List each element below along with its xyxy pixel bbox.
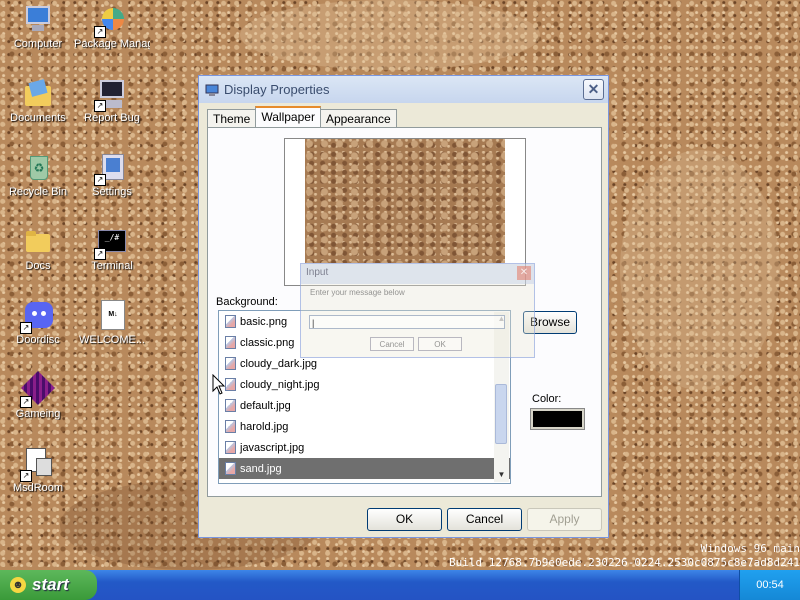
desktop-icon-msdroom[interactable]: ↗ MsdRoom bbox=[0, 448, 76, 494]
image-file-icon bbox=[225, 357, 236, 370]
ok-button[interactable]: OK bbox=[367, 508, 442, 531]
tab-wallpaper[interactable]: Wallpaper bbox=[255, 106, 321, 127]
cancel-button[interactable]: Cancel bbox=[447, 508, 522, 531]
title-bar[interactable]: Display Properties bbox=[199, 76, 608, 103]
image-file-icon bbox=[225, 420, 236, 433]
close-icon: ✕ bbox=[587, 81, 600, 97]
color-picker[interactable] bbox=[530, 408, 585, 430]
doordisc-icon: ↗ bbox=[20, 300, 54, 334]
dialog-cancel-button[interactable]: Cancel bbox=[370, 337, 414, 351]
tab-bar: Theme Wallpaper Appearance bbox=[207, 106, 397, 127]
dialog-message: Enter your message below bbox=[310, 288, 405, 297]
desktop-icon-label: Terminal bbox=[91, 260, 133, 272]
desktop-icon-welcome[interactable]: M↓ WELCOME... bbox=[74, 300, 150, 346]
window-title: Display Properties bbox=[224, 82, 330, 97]
image-file-icon bbox=[225, 462, 236, 475]
desktop-icon-label: Recycle Bin bbox=[8, 186, 68, 198]
gameing-icon: ↗ bbox=[20, 371, 55, 408]
image-file-icon bbox=[225, 378, 236, 391]
list-item[interactable]: default.jpg bbox=[219, 395, 510, 416]
build-line-2: Build 12768.7b9e0ede.230226-0224.2530c08… bbox=[449, 556, 800, 569]
desktop-icon-label: Settings bbox=[92, 186, 132, 198]
start-button[interactable]: ☻ start bbox=[0, 570, 97, 600]
scroll-thumb[interactable] bbox=[495, 384, 507, 444]
terminal-icon: _/# ↗ bbox=[94, 226, 128, 260]
list-item[interactable]: harold.jpg bbox=[219, 416, 510, 437]
build-watermark: Windows 96 main Build 12768.7b9e0ede.230… bbox=[449, 542, 800, 570]
desktop-icon-documents[interactable]: Documents bbox=[0, 78, 76, 124]
dialog-title: Input bbox=[306, 267, 329, 278]
desktop-icon-label: Docs bbox=[25, 260, 51, 272]
desktop-icon-doordisc[interactable]: ↗ Doordisc bbox=[0, 300, 76, 346]
background-label: Background: bbox=[216, 296, 278, 308]
scroll-down-icon[interactable]: ▼ bbox=[494, 468, 509, 482]
color-label: Color: bbox=[532, 393, 562, 405]
welcome-icon: M↓ bbox=[96, 300, 128, 332]
computer-icon bbox=[22, 4, 54, 36]
dialog-input[interactable]: | bbox=[309, 315, 505, 329]
desktop-icon-gameing[interactable]: ↗ Gameing bbox=[0, 371, 76, 420]
image-file-icon bbox=[225, 399, 236, 412]
list-item-selected[interactable]: sand.jpg bbox=[219, 458, 510, 479]
recycle-bin-icon: ♻ bbox=[22, 152, 54, 184]
dialog-close-icon[interactable]: ✕ bbox=[517, 266, 531, 280]
tab-appearance[interactable]: Appearance bbox=[319, 109, 397, 127]
sand-texture bbox=[240, 0, 540, 70]
desktop-icon-label: Doordisc bbox=[16, 334, 60, 346]
sand-texture bbox=[620, 150, 780, 390]
package-manager-icon: ↗ bbox=[94, 4, 128, 38]
report-bug-icon: ↗ bbox=[94, 78, 128, 112]
desktop-icon-computer[interactable]: Computer bbox=[0, 4, 76, 50]
start-smiley-icon: ☻ bbox=[10, 577, 26, 593]
docs-icon bbox=[22, 226, 54, 258]
tab-theme[interactable]: Theme bbox=[207, 109, 257, 127]
desktop-icon-label: Computer bbox=[13, 38, 63, 50]
mouse-cursor-icon bbox=[212, 374, 226, 395]
system-tray-clock[interactable]: 00:54 bbox=[739, 570, 800, 600]
desktop-icon-settings[interactable]: ↗ Settings bbox=[74, 152, 150, 198]
settings-icon: ↗ bbox=[94, 152, 128, 186]
start-label: start bbox=[32, 575, 69, 594]
image-file-icon bbox=[225, 315, 236, 328]
msdroom-icon: ↗ bbox=[20, 448, 54, 482]
desktop-icon-label: Documents bbox=[10, 112, 66, 124]
documents-icon bbox=[22, 78, 54, 110]
desktop-icon-recycle-bin[interactable]: ♻ Recycle Bin bbox=[0, 152, 76, 198]
build-line-1: Windows 96 main bbox=[700, 542, 800, 555]
desktop-icon-terminal[interactable]: _/# ↗ Terminal bbox=[74, 226, 150, 272]
dialog-ok-button[interactable]: OK bbox=[418, 337, 462, 351]
apply-button[interactable]: Apply bbox=[527, 508, 602, 531]
close-button[interactable]: ✕ bbox=[583, 79, 604, 100]
display-properties-icon bbox=[205, 84, 219, 96]
desktop-icon-label: Report Bug bbox=[84, 112, 140, 124]
image-file-icon bbox=[225, 441, 236, 454]
desktop-icon-package-manager[interactable]: ↗ Package Manager bbox=[74, 4, 150, 50]
list-item[interactable]: javascript.jpg bbox=[219, 437, 510, 458]
list-item[interactable]: cloudy_night.jpg bbox=[219, 374, 510, 395]
preview-screen bbox=[305, 139, 505, 263]
desktop-icon-label: Package Manager bbox=[74, 38, 150, 50]
dialog-title-bar[interactable]: Input bbox=[301, 264, 534, 284]
desktop-icon-report-bug[interactable]: ↗ Report Bug bbox=[74, 78, 150, 124]
input-dialog[interactable]: Input ✕ Enter your message below | Cance… bbox=[300, 263, 535, 358]
image-file-icon bbox=[225, 336, 236, 349]
desktop-icon-docs[interactable]: Docs bbox=[0, 226, 76, 272]
taskbar: ☻ start 00:54 bbox=[0, 570, 800, 600]
desktop-icon-label: Gameing bbox=[15, 408, 61, 420]
desktop-icon-label: WELCOME... bbox=[78, 334, 145, 346]
desktop-icon-label: MsdRoom bbox=[12, 482, 64, 494]
